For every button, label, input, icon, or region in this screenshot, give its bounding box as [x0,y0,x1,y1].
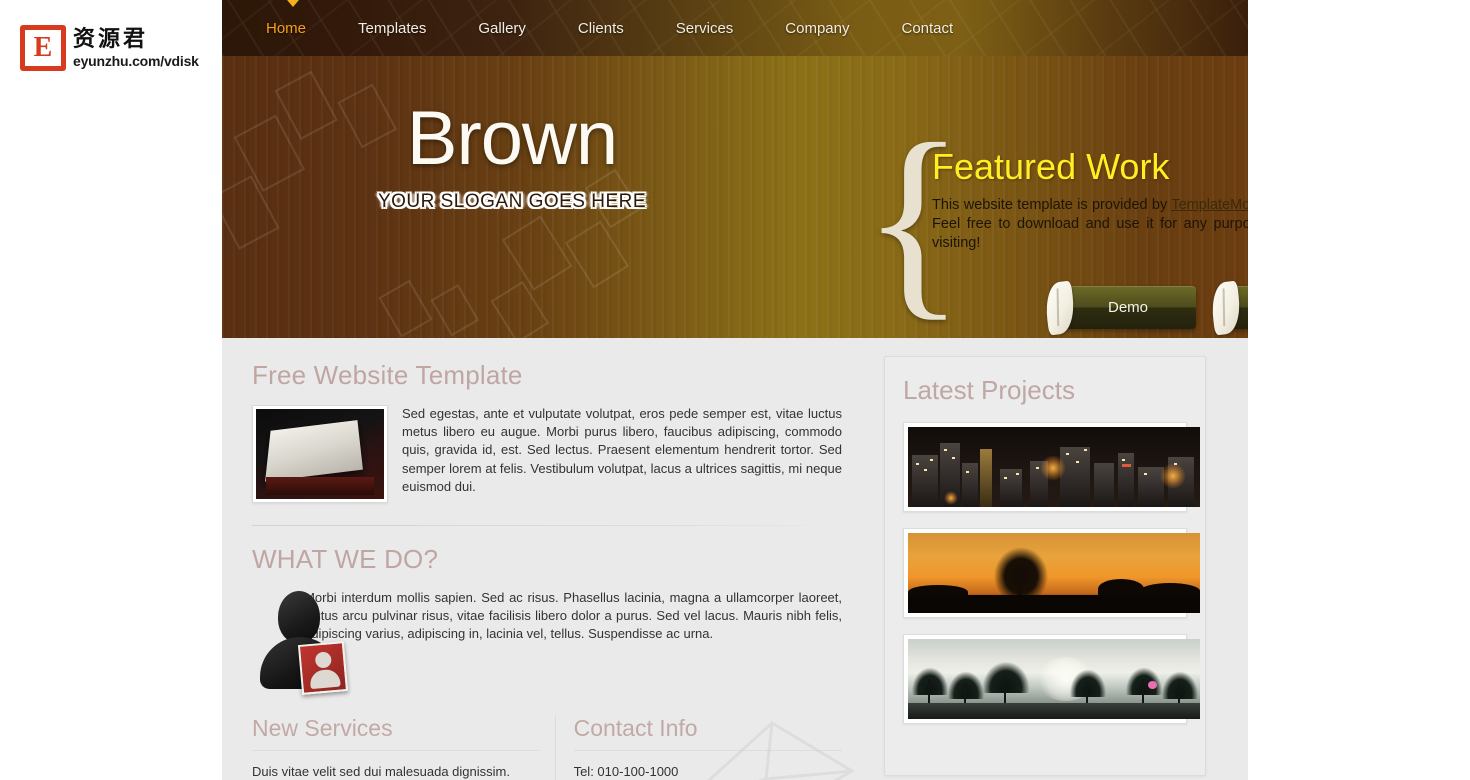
contact-info-heading: Contact Info [573,715,698,741]
buy-button[interactable]: Buy [1208,280,1248,336]
person-id-card-icon [252,589,349,695]
new-services-text: Duis vitae velit sed dui malesuada digni… [252,764,510,779]
nav-item-company[interactable]: Company [759,20,875,37]
what-we-do-media-row: Morbi interdum mollis sapien. Sed ac ris… [252,589,842,695]
contact-info-column: Contact Info Tel: 010-100-1000 [554,715,855,780]
site-watermark-logo: E 资源君 eyunzhu.com/vdisk [20,18,220,78]
intro-media-row: Sed egestas, ante et vulputate volutpat,… [252,405,842,503]
leaf-icon [1208,280,1244,336]
latest-projects-heading: Latest Projects [903,375,1075,405]
page-wrapper: Home Templates Gallery Clients Services … [222,0,1248,780]
demo-button-label: Demo [1107,299,1148,316]
main-navigation: Home Templates Gallery Clients Services … [222,0,1248,56]
body-area: Free Website Template Sed egestas, ante … [222,338,1248,780]
hero-banner: Brown YOUR SLOGAN GOES HERE { } Featured… [222,56,1248,338]
hero-branding: Brown YOUR SLOGAN GOES HERE [282,101,742,213]
hero-button-group: Demo Buy [1042,280,1248,336]
nav-list: Home Templates Gallery Clients Services … [222,0,1248,56]
hero-slogan: YOUR SLOGAN GOES HERE [377,191,647,212]
nav-item-clients[interactable]: Clients [552,20,650,37]
project-thumbnail-3[interactable] [903,634,1200,724]
what-we-do-paragraph: Morbi interdum mollis sapien. Sed ac ris… [304,590,842,642]
new-services-heading: New Services [252,715,393,741]
featured-work-block: { } Featured Work This website template … [842,111,1248,336]
watermark-text: 资源君 eyunzhu.com/vdisk [73,26,199,69]
featured-work-description: This website template is provided by Tem… [932,196,1248,253]
nav-item-contact[interactable]: Contact [876,20,980,37]
contact-info-rule [573,750,842,751]
templatemo-link[interactable]: TemplateMo [1171,197,1248,213]
nav-item-home[interactable]: Home [240,20,332,37]
palm-trees-beach-photo [908,639,1200,719]
sunset-tree-silhouette-photo [908,533,1200,613]
project-thumbnail-1[interactable] [903,422,1200,512]
contact-tel: Tel: 010-100-1000 [573,764,679,779]
project-thumbnail-2[interactable] [903,528,1200,618]
latest-projects-panel: Latest Projects [884,356,1206,776]
new-services-column: New Services Duis vitae velit sed dui ma… [252,715,539,780]
what-we-do-heading: WHAT WE DO? [252,544,439,574]
hero-title: Brown [406,96,618,181]
open-book-photo [256,409,384,499]
nav-item-services[interactable]: Services [650,20,760,37]
free-website-template-heading: Free Website Template [252,360,523,390]
watermark-letter: E [25,30,61,66]
book-image-frame [252,405,388,503]
main-content: Free Website Template Sed egestas, ante … [222,338,870,780]
featured-work-title: Featured Work [932,146,1170,187]
demo-button[interactable]: Demo [1042,280,1196,336]
watermark-url: eyunzhu.com/vdisk [73,52,199,69]
night-city-skyline-photo [908,427,1200,507]
nav-item-gallery[interactable]: Gallery [452,20,552,37]
bottom-columns: New Services Duis vitae velit sed dui ma… [252,715,855,780]
leaf-icon [1042,280,1078,336]
section-divider [252,525,842,526]
featured-text-before: This website template is provided by [932,197,1172,213]
id-card-shape [297,641,349,695]
nav-item-templates[interactable]: Templates [332,20,452,37]
watermark-chinese-label: 资源君 [73,26,149,52]
new-services-rule [252,750,539,751]
sidebar: Latest Projects [870,338,1218,780]
person-head-shape [278,591,320,643]
intro-paragraph: Sed egestas, ante et vulputate volutpat,… [402,406,842,494]
watermark-badge-icon: E [20,25,66,71]
